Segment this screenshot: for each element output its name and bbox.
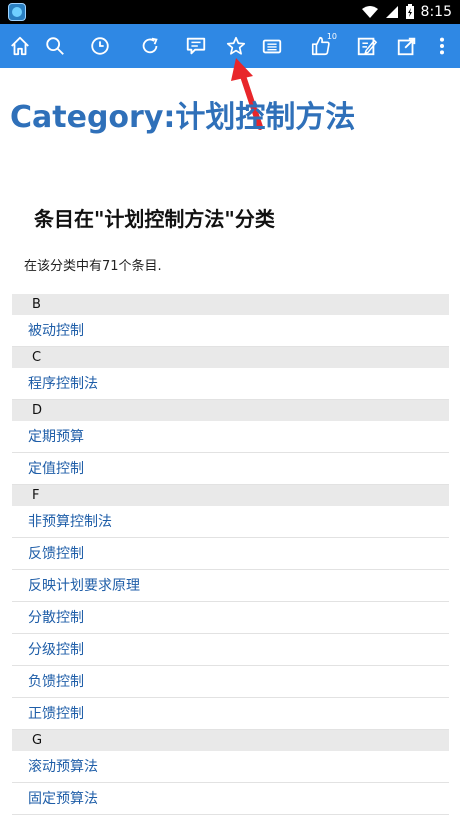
like-count: 10 xyxy=(326,32,337,41)
group-letter-d: D xyxy=(12,400,449,421)
group-letter-c: C xyxy=(12,347,449,368)
item-count-text: 在该分类中有71个条目. xyxy=(24,259,162,274)
list-item[interactable]: 定期预算 xyxy=(12,421,449,453)
share-icon[interactable] xyxy=(393,32,421,60)
list-item[interactable]: 正馈控制 xyxy=(12,698,449,730)
list-item[interactable]: 负馈控制 xyxy=(12,666,449,698)
list-item[interactable]: 固定预算法 xyxy=(12,783,449,815)
refresh-icon[interactable] xyxy=(136,32,164,60)
history-icon[interactable] xyxy=(86,32,114,60)
list-item[interactable]: 被动控制 xyxy=(12,315,449,347)
home-icon[interactable] xyxy=(6,32,34,60)
signal-icon xyxy=(385,6,398,18)
list-item[interactable]: 分级控制 xyxy=(12,634,449,666)
list-item[interactable]: 滚动预算法 xyxy=(12,751,449,783)
comment-icon[interactable] xyxy=(182,32,210,60)
group-letter-f: F xyxy=(12,485,449,506)
list-item[interactable]: 分散控制 xyxy=(12,602,449,634)
battery-icon xyxy=(405,4,414,19)
more-icon[interactable] xyxy=(428,32,456,60)
category-subheading: 条目在"计划控制方法"分类 xyxy=(34,207,275,231)
search-icon[interactable] xyxy=(41,32,69,60)
list-item[interactable]: 反映计划要求原理 xyxy=(12,570,449,602)
list-item[interactable]: 程序控制法 xyxy=(12,368,449,400)
app-icon xyxy=(8,3,26,21)
list-item[interactable]: 非预算控制法 xyxy=(12,506,449,538)
status-indicators: 8:15 xyxy=(361,2,452,22)
list-item[interactable]: 定值控制 xyxy=(12,453,449,485)
category-list: B 被动控制 C 程序控制法 D 定期预算 定值控制 F 非预算控制法 反馈控制… xyxy=(12,294,449,815)
like-icon[interactable]: 10 xyxy=(307,32,337,60)
group-letter-g: G xyxy=(12,730,449,751)
wifi-icon xyxy=(361,6,378,18)
status-bar: 8:15 xyxy=(0,0,460,24)
list-item[interactable]: 反馈控制 xyxy=(12,538,449,570)
clock: 8:15 xyxy=(420,4,452,20)
group-letter-b: B xyxy=(12,294,449,315)
edit-icon[interactable] xyxy=(353,32,381,60)
page-title: Category:计划控制方法 xyxy=(10,100,356,135)
